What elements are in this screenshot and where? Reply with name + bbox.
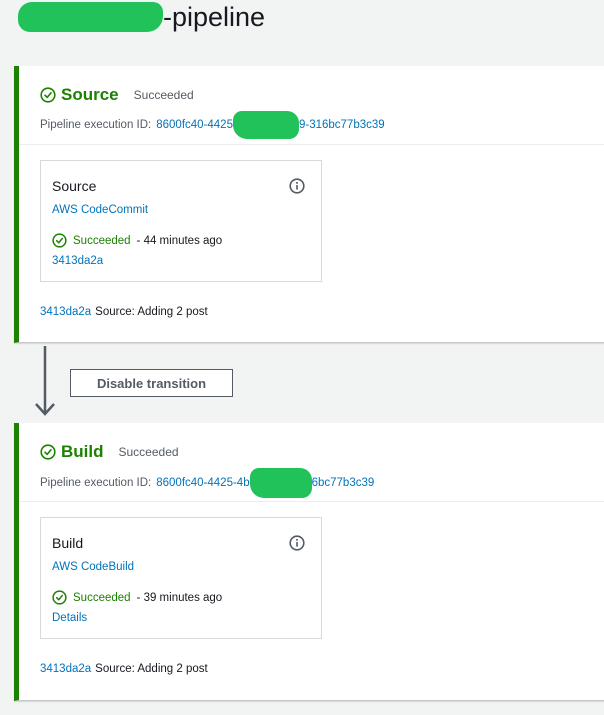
arrow-down-icon xyxy=(35,346,55,416)
commit-link[interactable]: 3413da2a xyxy=(40,663,91,675)
redacted-pipeline-name xyxy=(18,2,163,32)
execution-id-link[interactable]: 8600fc40-4425-4b 6bc77b3c39 xyxy=(156,468,374,498)
action-status: Succeeded - 44 minutes ago xyxy=(52,233,222,248)
stage-name: Build xyxy=(61,442,104,461)
action-status: Succeeded - 39 minutes ago xyxy=(52,590,222,605)
execution-id-end: 6bc77b3c39 xyxy=(311,477,375,489)
execution-id-line: Pipeline execution ID: 8600fc40-4425 9-31… xyxy=(40,111,385,139)
redacted-id-segment xyxy=(249,468,312,498)
action-name: Source xyxy=(52,178,97,194)
info-icon[interactable] xyxy=(289,535,305,551)
stage-header: Source Succeeded Pipeline execution ID: … xyxy=(19,66,604,145)
redacted-id-segment xyxy=(232,111,299,139)
stage-footer: 3413da2a Source: Adding 2 post xyxy=(40,663,208,675)
action-status-text: Succeeded xyxy=(73,591,131,604)
check-circle-icon xyxy=(52,233,67,248)
disable-transition-button[interactable]: Disable transition xyxy=(70,369,233,397)
action-provider-link[interactable]: AWS CodeCommit xyxy=(52,204,148,216)
stage-status: Succeeded xyxy=(133,88,194,102)
action-status-time: - 44 minutes ago xyxy=(136,234,223,247)
execution-id-label: Pipeline execution ID: xyxy=(40,119,152,131)
action-card-build: Build AWS CodeBuild Succeeded - 39 minut… xyxy=(40,517,322,639)
execution-id-end: 9-316bc77b3c39 xyxy=(298,119,385,131)
stage-source: Source Succeeded Pipeline execution ID: … xyxy=(14,66,604,343)
stage-title: Build Succeeded xyxy=(40,442,179,462)
action-card-source: Source AWS CodeCommit Succeeded - 44 min… xyxy=(40,160,322,282)
action-provider-link[interactable]: AWS CodeBuild xyxy=(52,561,134,573)
commit-message: Source: Adding 2 post xyxy=(95,663,208,675)
commit-link[interactable]: 3413da2a xyxy=(40,306,91,318)
execution-id-line: Pipeline execution ID: 8600fc40-4425-4b 6… xyxy=(40,468,374,498)
execution-id-start: 8600fc40-4425-4b xyxy=(156,477,250,489)
stage-title: Source Succeeded xyxy=(40,85,194,105)
execution-id-start: 8600fc40-4425 xyxy=(156,119,233,131)
stage-build: Build Succeeded Pipeline execution ID: 8… xyxy=(14,423,604,701)
check-circle-icon xyxy=(40,444,56,460)
action-status-time: - 39 minutes ago xyxy=(136,591,223,604)
page-title: -pipeline xyxy=(18,2,265,33)
page-title-suffix: -pipeline xyxy=(163,2,266,32)
stage-footer: 3413da2a Source: Adding 2 post xyxy=(40,306,208,318)
execution-id-label: Pipeline execution ID: xyxy=(40,477,152,489)
check-circle-icon xyxy=(40,87,56,103)
execution-id-link[interactable]: 8600fc40-4425 9-316bc77b3c39 xyxy=(156,111,385,139)
action-commit-link[interactable]: 3413da2a xyxy=(52,255,103,267)
action-status-text: Succeeded xyxy=(73,234,131,247)
stage-status: Succeeded xyxy=(118,445,179,459)
stage-header: Build Succeeded Pipeline execution ID: 8… xyxy=(19,423,604,502)
stage-name: Source xyxy=(61,85,119,104)
check-circle-icon xyxy=(52,590,67,605)
action-name: Build xyxy=(52,535,84,551)
commit-message: Source: Adding 2 post xyxy=(95,306,208,318)
info-icon[interactable] xyxy=(289,178,305,194)
action-details-link[interactable]: Details xyxy=(52,612,87,624)
